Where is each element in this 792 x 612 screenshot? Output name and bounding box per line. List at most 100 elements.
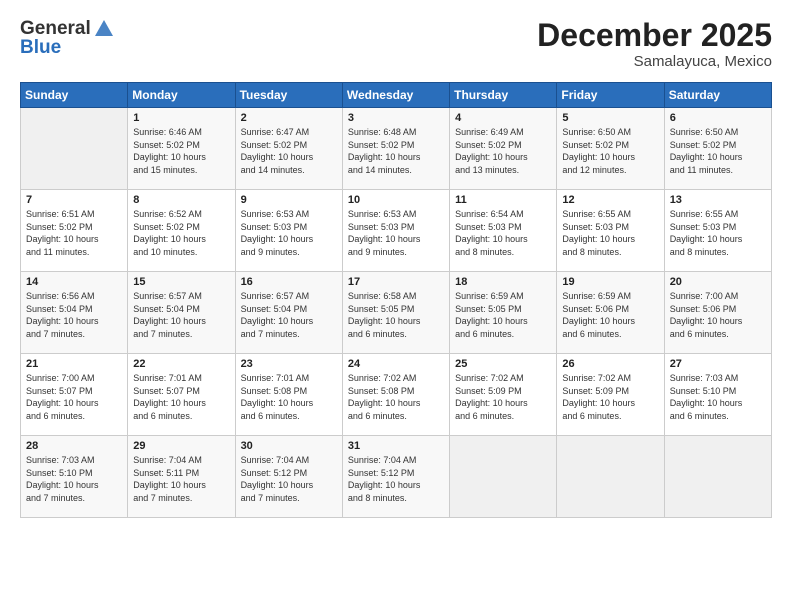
week-row-2: 7 Sunrise: 6:51 AM Sunset: 5:02 PM Daylig…: [21, 190, 772, 272]
calendar-cell: 2 Sunrise: 6:47 AM Sunset: 5:02 PM Daylig…: [235, 108, 342, 190]
cell-info: Sunrise: 6:57 AM Sunset: 5:04 PM Dayligh…: [241, 290, 337, 340]
cell-info: Sunrise: 6:51 AM Sunset: 5:02 PM Dayligh…: [26, 208, 122, 258]
cell-info: Sunrise: 7:00 AM Sunset: 5:07 PM Dayligh…: [26, 372, 122, 422]
calendar-cell: 6 Sunrise: 6:50 AM Sunset: 5:02 PM Daylig…: [664, 108, 771, 190]
cell-info: Sunrise: 6:59 AM Sunset: 5:06 PM Dayligh…: [562, 290, 658, 340]
day-number: 24: [348, 358, 444, 370]
calendar-cell: 11 Sunrise: 6:54 AM Sunset: 5:03 PM Dayli…: [450, 190, 557, 272]
calendar-cell: 1Sunrise: 6:46 AM Sunset: 5:02 PM Daylig…: [128, 108, 235, 190]
day-number: 21: [26, 358, 122, 370]
calendar-table: SundayMondayTuesdayWednesdayThursdayFrid…: [20, 82, 772, 518]
logo: General Blue: [20, 18, 115, 59]
day-number: 2: [241, 112, 337, 124]
calendar-cell: 14 Sunrise: 6:56 AM Sunset: 5:04 PM Dayli…: [21, 272, 128, 354]
calendar-cell: 19 Sunrise: 6:59 AM Sunset: 5:06 PM Dayli…: [557, 272, 664, 354]
cell-info: Sunrise: 6:54 AM Sunset: 5:03 PM Dayligh…: [455, 208, 551, 258]
calendar-cell: 15 Sunrise: 6:57 AM Sunset: 5:04 PM Dayli…: [128, 272, 235, 354]
day-number: 23: [241, 358, 337, 370]
calendar-cell: 10Sunrise: 6:53 AM Sunset: 5:03 PM Dayli…: [342, 190, 449, 272]
calendar-cell: 7 Sunrise: 6:51 AM Sunset: 5:02 PM Daylig…: [21, 190, 128, 272]
calendar-cell: 22Sunrise: 7:01 AM Sunset: 5:07 PM Dayli…: [128, 354, 235, 436]
weekday-header-row: SundayMondayTuesdayWednesdayThursdayFrid…: [21, 83, 772, 108]
cell-info: Sunrise: 6:59 AM Sunset: 5:05 PM Dayligh…: [455, 290, 551, 340]
header: General Blue December 2025 Samalayuca, M…: [20, 18, 772, 70]
calendar-cell: [21, 108, 128, 190]
location-title: Samalayuca, Mexico: [537, 53, 772, 70]
cell-info: Sunrise: 7:00 AM Sunset: 5:06 PM Dayligh…: [670, 290, 766, 340]
calendar-cell: [664, 436, 771, 518]
calendar-cell: 18 Sunrise: 6:59 AM Sunset: 5:05 PM Dayli…: [450, 272, 557, 354]
day-number: 26: [562, 358, 658, 370]
week-row-4: 21 Sunrise: 7:00 AM Sunset: 5:07 PM Dayli…: [21, 354, 772, 436]
day-number: 29: [133, 440, 229, 452]
calendar-cell: 21 Sunrise: 7:00 AM Sunset: 5:07 PM Dayli…: [21, 354, 128, 436]
week-row-3: 14 Sunrise: 6:56 AM Sunset: 5:04 PM Dayli…: [21, 272, 772, 354]
calendar-cell: 9 Sunrise: 6:53 AM Sunset: 5:03 PM Daylig…: [235, 190, 342, 272]
cell-info: Sunrise: 7:04 AM Sunset: 5:12 PM Dayligh…: [241, 454, 337, 504]
logo-blue: Blue: [20, 38, 115, 59]
day-number: 20: [670, 276, 766, 288]
calendar-cell: 23 Sunrise: 7:01 AM Sunset: 5:08 PM Dayli…: [235, 354, 342, 436]
month-title: December 2025: [537, 18, 772, 53]
cell-info: Sunrise: 6:56 AM Sunset: 5:04 PM Dayligh…: [26, 290, 122, 340]
day-number: 14: [26, 276, 122, 288]
cell-info: Sunrise: 7:04 AM Sunset: 5:12 PM Dayligh…: [348, 454, 444, 504]
day-number: 8: [133, 194, 229, 206]
calendar-cell: 12 Sunrise: 6:55 AM Sunset: 5:03 PM Dayli…: [557, 190, 664, 272]
day-number: 6: [670, 112, 766, 124]
calendar-cell: 25 Sunrise: 7:02 AM Sunset: 5:09 PM Dayli…: [450, 354, 557, 436]
weekday-header-saturday: Saturday: [664, 83, 771, 108]
day-number: 17: [348, 276, 444, 288]
cell-info: Sunrise: 6:58 AM Sunset: 5:05 PM Dayligh…: [348, 290, 444, 340]
cell-info: Sunrise: 6:55 AM Sunset: 5:03 PM Dayligh…: [562, 208, 658, 258]
cell-info: Sunrise: 7:04 AM Sunset: 5:11 PM Dayligh…: [133, 454, 229, 504]
cell-info: Sunrise: 6:57 AM Sunset: 5:04 PM Dayligh…: [133, 290, 229, 340]
cell-info: Sunrise: 6:50 AM Sunset: 5:02 PM Dayligh…: [670, 126, 766, 176]
day-number: 12: [562, 194, 658, 206]
cell-info: Sunrise: 6:53 AM Sunset: 5:03 PM Dayligh…: [241, 208, 337, 258]
calendar-cell: 20 Sunrise: 7:00 AM Sunset: 5:06 PM Dayli…: [664, 272, 771, 354]
cell-info: Sunrise: 7:01 AM Sunset: 5:08 PM Dayligh…: [241, 372, 337, 422]
calendar-cell: 27Sunrise: 7:03 AM Sunset: 5:10 PM Dayli…: [664, 354, 771, 436]
calendar-cell: [450, 436, 557, 518]
weekday-header-tuesday: Tuesday: [235, 83, 342, 108]
cell-info: Sunrise: 6:47 AM Sunset: 5:02 PM Dayligh…: [241, 126, 337, 176]
calendar-cell: 5Sunrise: 6:50 AM Sunset: 5:02 PM Daylig…: [557, 108, 664, 190]
day-number: 1: [133, 112, 229, 124]
calendar-cell: 30 Sunrise: 7:04 AM Sunset: 5:12 PM Dayli…: [235, 436, 342, 518]
cell-info: Sunrise: 6:50 AM Sunset: 5:02 PM Dayligh…: [562, 126, 658, 176]
day-number: 15: [133, 276, 229, 288]
weekday-header-friday: Friday: [557, 83, 664, 108]
logo-icon: [93, 18, 115, 40]
week-row-1: 1Sunrise: 6:46 AM Sunset: 5:02 PM Daylig…: [21, 108, 772, 190]
weekday-header-wednesday: Wednesday: [342, 83, 449, 108]
day-number: 3: [348, 112, 444, 124]
calendar-cell: 17 Sunrise: 6:58 AM Sunset: 5:05 PM Dayli…: [342, 272, 449, 354]
cell-info: Sunrise: 6:55 AM Sunset: 5:03 PM Dayligh…: [670, 208, 766, 258]
cell-info: Sunrise: 6:53 AM Sunset: 5:03 PM Dayligh…: [348, 208, 444, 258]
cell-info: Sunrise: 6:52 AM Sunset: 5:02 PM Dayligh…: [133, 208, 229, 258]
day-number: 7: [26, 194, 122, 206]
calendar-cell: 31Sunrise: 7:04 AM Sunset: 5:12 PM Dayli…: [342, 436, 449, 518]
calendar-cell: 28Sunrise: 7:03 AM Sunset: 5:10 PM Dayli…: [21, 436, 128, 518]
weekday-header-monday: Monday: [128, 83, 235, 108]
calendar-cell: 8 Sunrise: 6:52 AM Sunset: 5:02 PM Daylig…: [128, 190, 235, 272]
weekday-header-sunday: Sunday: [21, 83, 128, 108]
cell-info: Sunrise: 7:03 AM Sunset: 5:10 PM Dayligh…: [670, 372, 766, 422]
cell-info: Sunrise: 7:02 AM Sunset: 5:09 PM Dayligh…: [455, 372, 551, 422]
calendar-cell: 26Sunrise: 7:02 AM Sunset: 5:09 PM Dayli…: [557, 354, 664, 436]
day-number: 30: [241, 440, 337, 452]
day-number: 11: [455, 194, 551, 206]
day-number: 19: [562, 276, 658, 288]
cell-info: Sunrise: 7:02 AM Sunset: 5:08 PM Dayligh…: [348, 372, 444, 422]
week-row-5: 28Sunrise: 7:03 AM Sunset: 5:10 PM Dayli…: [21, 436, 772, 518]
weekday-header-thursday: Thursday: [450, 83, 557, 108]
day-number: 18: [455, 276, 551, 288]
calendar-cell: 4Sunrise: 6:49 AM Sunset: 5:02 PM Daylig…: [450, 108, 557, 190]
cell-info: Sunrise: 6:48 AM Sunset: 5:02 PM Dayligh…: [348, 126, 444, 176]
day-number: 9: [241, 194, 337, 206]
day-number: 25: [455, 358, 551, 370]
logo-general: General: [20, 18, 91, 39]
calendar-cell: [557, 436, 664, 518]
title-block: December 2025 Samalayuca, Mexico: [537, 18, 772, 70]
